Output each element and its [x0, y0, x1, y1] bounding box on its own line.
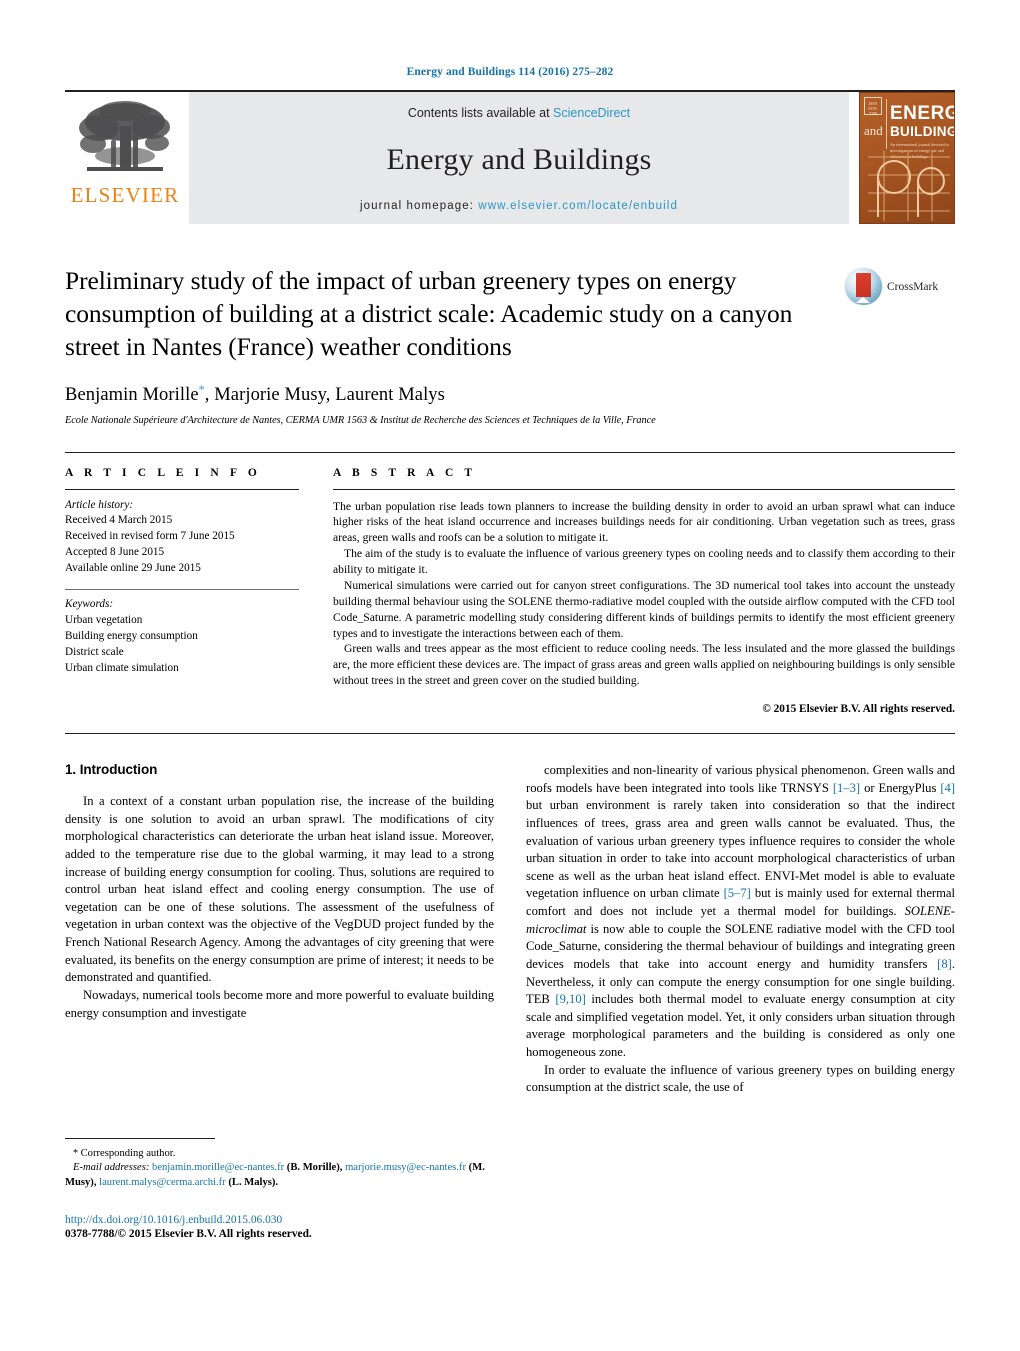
running-head: Energy and Buildings 114 (2016) 275–282	[406, 66, 614, 78]
body-column-left: 1. Introduction In a context of a consta…	[65, 762, 494, 1097]
keyword-item: Urban climate simulation	[65, 661, 179, 674]
section-heading-introduction: 1. Introduction	[65, 762, 158, 778]
crossmark-icon	[845, 268, 882, 305]
journal-cover-thumbnail: ISSN 0378-7788 ENERGY and BUILDINGS An i…	[859, 92, 955, 224]
crossmark-book-shape	[856, 273, 871, 303]
keyword-item: District scale	[65, 645, 124, 658]
article-info-heading: A R T I C L E I N F O	[65, 466, 261, 479]
keywords-label: Keywords:	[65, 598, 114, 611]
cover-buildings-word: BUILDINGS	[890, 124, 954, 139]
article-info-column: A R T I C L E I N F O Article history: R…	[65, 453, 333, 716]
cover-and-word: and	[864, 123, 883, 138]
body-paragraph: In a context of a constant urban populat…	[65, 794, 494, 985]
abstract-paragraph: Numerical simulations were carried out f…	[333, 578, 955, 640]
journal-masthead: ELSEVIER Contents lists available at Sci…	[65, 90, 955, 224]
abstract-copyright: © 2015 Elsevier B.V. All rights reserved…	[762, 703, 955, 716]
journal-homepage-line: journal homepage: www.elsevier.com/locat…	[360, 200, 678, 212]
info-abstract-section: A R T I C L E I N F O Article history: R…	[65, 451, 955, 716]
abstract-heading: A B S T R A C T	[333, 466, 477, 479]
history-item: Received 4 March 2015	[65, 514, 173, 527]
elsevier-tree-icon	[79, 101, 170, 171]
body-column-right: complexities and non-linearity of variou…	[526, 762, 955, 1097]
cover-energy-word: ENERGY	[890, 103, 954, 124]
cover-artwork	[868, 151, 950, 221]
journal-band: Contents lists available at ScienceDirec…	[189, 92, 849, 224]
body-paragraph: In order to evaluate the influence of va…	[526, 1062, 955, 1095]
journal-homepage-link[interactable]: www.elsevier.com/locate/enbuild	[478, 200, 678, 212]
abstract-paragraph: The aim of the study is to evaluate the …	[333, 547, 955, 577]
section-divider	[65, 733, 955, 735]
issn-copyright-line: 0378-7788/© 2015 Elsevier B.V. All right…	[65, 1228, 312, 1241]
keywords-block: Keywords: Urban vegetation Building ener…	[65, 590, 299, 677]
article-history-block: Article history: Received 4 March 2015 R…	[65, 490, 299, 578]
corresponding-author-line: * Corresponding author.	[65, 1147, 489, 1161]
homepage-prefix: journal homepage:	[360, 200, 479, 212]
sciencedirect-link[interactable]: ScienceDirect	[553, 106, 630, 120]
abstract-paragraph: Green walls and trees appear as the most…	[333, 642, 955, 688]
corresponding-author-label: Corresponding author.	[80, 1148, 176, 1159]
doi-link[interactable]: http://dx.doi.org/10.1016/j.enbuild.2015…	[65, 1214, 489, 1226]
cover-divider	[886, 99, 887, 149]
body-paragraph: complexities and non-linearity of variou…	[526, 763, 956, 1060]
contents-prefix: Contents lists available at	[407, 106, 554, 120]
keyword-item: Urban vegetation	[65, 614, 143, 627]
body-columns: 1. Introduction In a context of a consta…	[65, 762, 955, 1097]
authors-text: Benjamin Morille*, Marjorie Musy, Lauren…	[65, 381, 445, 405]
contents-available-line: Contents lists available at ScienceDirec…	[408, 106, 630, 120]
crossmark-badge[interactable]: CrossMark	[845, 264, 955, 305]
email-addresses-line: E-mail addresses: benjamin.morille@ec-na…	[65, 1162, 485, 1188]
body-paragraph: Nowadays, numerical tools become more an…	[65, 987, 494, 1020]
corresponding-author-star: *	[72, 1148, 78, 1159]
cover-issn-badge: ISSN 0378-7788	[864, 97, 882, 116]
crossmark-label: CrossMark	[887, 280, 939, 293]
abstract-paragraph: The urban population rise leads town pla…	[333, 499, 955, 545]
abstract-column: A B S T R A C T The urban population ris…	[333, 453, 955, 716]
history-item: Received in revised form 7 June 2015	[65, 530, 235, 543]
page-title: Preliminary study of the impact of urban…	[65, 266, 793, 362]
journal-title: Energy and Buildings	[386, 143, 652, 176]
abstract-body: The urban population rise leads town pla…	[333, 490, 955, 690]
elsevier-logo: ELSEVIER	[65, 92, 185, 224]
affiliation: Ecole Nationale Supérieure d'Architectur…	[65, 414, 656, 426]
paper-page: Energy and Buildings 114 (2016) 275–282	[0, 0, 1020, 1351]
elsevier-wordmark: ELSEVIER	[70, 183, 180, 207]
history-item: Available online 29 June 2015	[65, 562, 201, 575]
article-history-label: Article history:	[65, 498, 134, 511]
history-item: Accepted 8 June 2015	[65, 546, 165, 559]
author-list: Benjamin Morille*, Marjorie Musy, Lauren…	[65, 381, 825, 405]
footnote-rule	[65, 1138, 215, 1139]
title-block: Preliminary study of the impact of urban…	[65, 264, 955, 426]
footnote-block: * Corresponding author. E-mail addresses…	[65, 1138, 489, 1240]
keyword-item: Building energy consumption	[65, 629, 198, 642]
